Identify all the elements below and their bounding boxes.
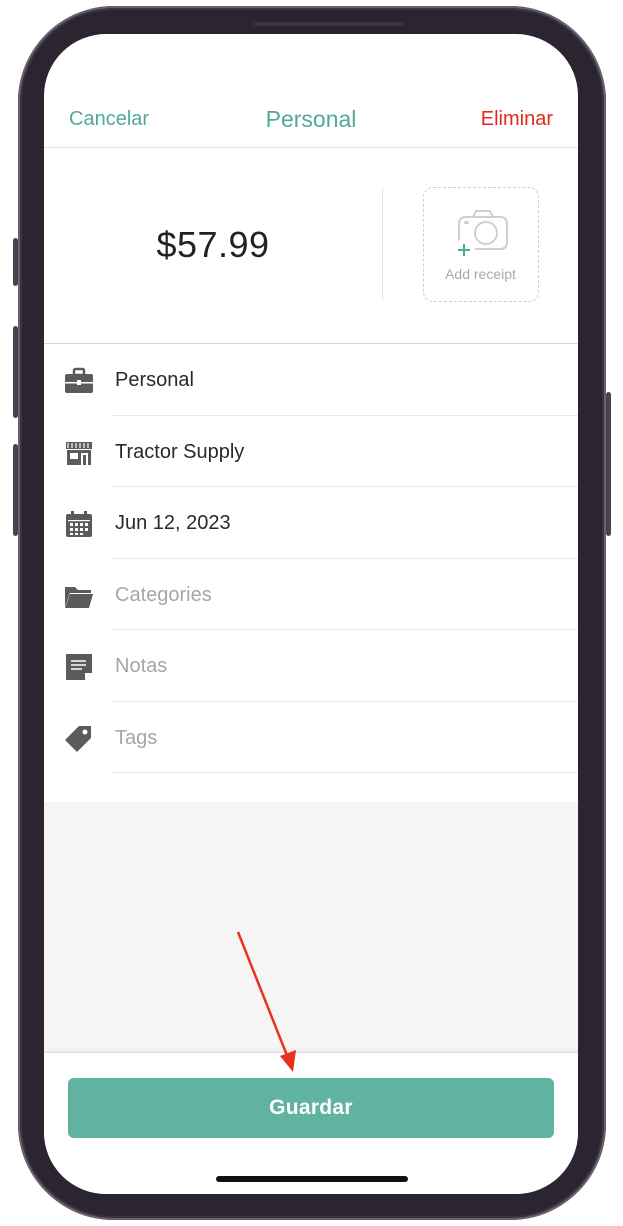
add-receipt-label: Add receipt (445, 266, 516, 282)
list-item-tags[interactable]: Tags (44, 702, 578, 773)
mute-switch (13, 238, 18, 286)
home-indicator[interactable] (216, 1176, 408, 1182)
list-item-date[interactable]: Jun 12, 2023 (44, 487, 578, 559)
list-item-notes[interactable]: Notas (44, 630, 578, 702)
volume-down-button (13, 444, 18, 536)
detail-list: Personal Tractor Supply Jun 12, 2023 Cat… (44, 344, 578, 773)
briefcase-icon (65, 367, 93, 393)
report-text: Personal (115, 369, 194, 391)
row-divider (111, 772, 578, 773)
store-icon (66, 441, 92, 465)
list-item-categories[interactable]: Categories (44, 559, 578, 630)
notes-placeholder: Notas (115, 655, 168, 677)
vertical-divider (382, 188, 383, 300)
add-receipt-button[interactable]: Add receipt (423, 187, 539, 302)
note-icon (66, 654, 92, 680)
tags-placeholder: Tags (115, 726, 158, 749)
amount-section: $57.99 Add receipt (44, 148, 578, 344)
empty-area (44, 802, 578, 1052)
delete-button[interactable]: Eliminar (481, 108, 553, 131)
list-item-merchant[interactable]: Tractor Supply (44, 416, 578, 487)
tag-icon (65, 725, 91, 752)
merchant-text: Tractor Supply (115, 440, 245, 463)
folder-icon (65, 586, 93, 608)
power-button (606, 392, 611, 536)
list-item-report[interactable]: Personal (44, 344, 578, 416)
plus-icon (453, 239, 475, 261)
categories-placeholder: Categories (115, 583, 212, 606)
calendar-icon (66, 511, 92, 537)
footer-bar: Guardar (44, 1052, 578, 1194)
amount-value[interactable]: $57.99 (44, 224, 382, 266)
volume-up-button (13, 326, 18, 418)
save-button[interactable]: Guardar (68, 1078, 554, 1138)
navigation-bar: Cancelar Personal Eliminar (44, 34, 578, 148)
date-text: Jun 12, 2023 (115, 512, 231, 534)
app-screen: Cancelar Personal Eliminar $57.99 Add re… (44, 34, 578, 1194)
top-sensor (254, 22, 404, 26)
